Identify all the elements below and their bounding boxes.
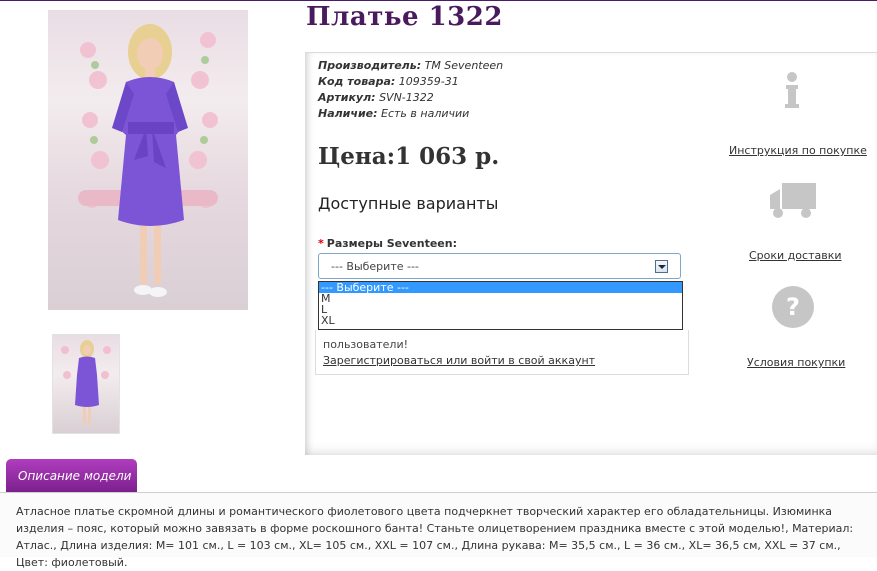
login-notice: пользователи! Зарегистрироваться или вой…: [315, 330, 689, 375]
spec-label: Артикул:: [318, 91, 376, 104]
product-main-photo[interactable]: [48, 10, 248, 310]
size-label: * Размеры Seventeen:: [318, 237, 457, 250]
top-border-line: [0, 0, 877, 1]
login-notice-text: пользователи!: [323, 338, 409, 351]
spec-article: Артикул: SVN-1322: [318, 91, 434, 104]
delivery-truck-icon[interactable]: [768, 181, 818, 221]
spec-value: 109359-31: [398, 75, 459, 88]
delivery-times-link[interactable]: Сроки доставки: [749, 249, 842, 262]
spec-manufacturer: Производитель: TM Seventeen: [318, 59, 503, 72]
size-option-l[interactable]: L: [319, 304, 682, 315]
spec-product-code: Код товара: 109359-31: [318, 75, 459, 88]
product-thumbnail[interactable]: [52, 334, 120, 434]
purchase-terms-link[interactable]: Условия покупки: [747, 356, 845, 369]
svg-text:?: ?: [786, 293, 800, 321]
description-text: Атласное платье скромной длины и романти…: [0, 492, 877, 569]
size-option-xl[interactable]: XL: [319, 315, 682, 326]
required-mark: *: [318, 237, 324, 250]
size-option-m[interactable]: M: [319, 293, 682, 304]
size-select-value: --- Выберите ---: [331, 260, 419, 273]
register-login-link[interactable]: Зарегистрироваться или войти в свой акка…: [323, 354, 595, 367]
size-option-placeholder[interactable]: --- Выберите ---: [319, 282, 682, 293]
spec-label: Производитель:: [318, 59, 422, 72]
question-icon[interactable]: ?: [771, 285, 815, 329]
spec-label: Код товара:: [318, 75, 396, 88]
info-icon[interactable]: [782, 71, 802, 111]
product-info-panel: Производитель: TM Seventeen Код товара: …: [305, 52, 877, 455]
purchase-instructions-link[interactable]: Инструкция по покупке: [729, 144, 867, 157]
chevron-down-icon[interactable]: [655, 260, 668, 273]
product-title: Платье 1322: [306, 2, 503, 32]
product-price: Цена:1 063 р.: [318, 143, 500, 170]
spec-value: Есть в наличии: [381, 107, 470, 120]
spec-value: SVN-1322: [379, 91, 434, 104]
thumbnail-illustration: [61, 340, 111, 425]
size-dropdown-list[interactable]: --- Выберите --- M L XL: [318, 281, 683, 330]
variants-heading: Доступные варианты: [318, 194, 499, 213]
spec-availability: Наличие: Есть в наличии: [318, 107, 469, 120]
spec-label: Наличие:: [318, 107, 378, 120]
size-select[interactable]: --- Выберите ---: [318, 253, 681, 279]
spec-value: TM Seventeen: [424, 59, 504, 72]
dress-photo-illustration: [78, 24, 218, 297]
size-label-text: Размеры Seventeen:: [326, 237, 457, 250]
tab-model-description[interactable]: Описание модели: [6, 459, 137, 493]
